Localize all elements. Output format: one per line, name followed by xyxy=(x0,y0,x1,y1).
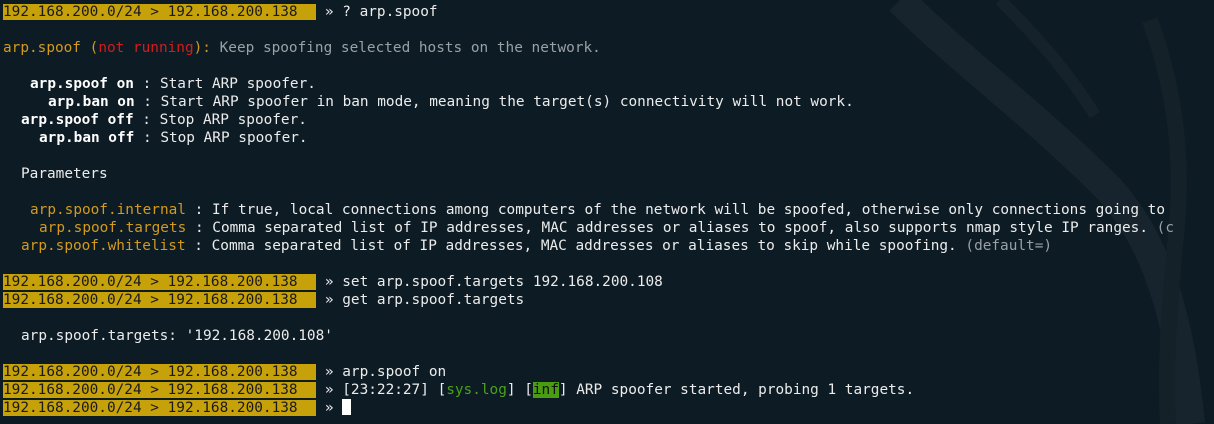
prompt-separator: » xyxy=(316,292,343,308)
log-tag: sys.log xyxy=(446,382,507,398)
help-command-name: arp.spoof off xyxy=(21,112,134,128)
terminal-line: 192.168.200.0/24 > 192.168.200.138 » ? a… xyxy=(3,3,438,21)
help-command-name: arp.ban on xyxy=(48,94,135,110)
prompt-separator: » xyxy=(316,274,343,290)
help-command-row: arp.ban on : Start ARP spoofer in ban mo… xyxy=(48,94,854,110)
help-command-name: arp.ban off xyxy=(39,130,135,146)
parameters-heading: Parameters xyxy=(21,165,108,183)
paren-close: ): xyxy=(193,40,220,56)
help-command-desc: Start ARP spoofer in ban mode, meaning t… xyxy=(160,94,854,110)
help-command-row: arp.ban off : Stop ARP spoofer. xyxy=(39,130,308,146)
terminal-line: 192.168.200.0/24 > 192.168.200.138 » [23… xyxy=(3,382,915,398)
prompt-separator: » xyxy=(316,382,343,398)
parameter-desc: Comma separated list of IP addresses, MA… xyxy=(212,220,1148,236)
terminal-window[interactable]: 192.168.200.0/24 > 192.168.200.138 » ? a… xyxy=(0,0,1214,424)
log-level-badge: inf xyxy=(532,382,559,398)
prompt-badge: 192.168.200.0/24 > 192.168.200.138 xyxy=(3,364,317,380)
prompt-badge: 192.168.200.0/24 > 192.168.200.138 xyxy=(3,292,317,308)
terminal-line: 192.168.200.0/24 > 192.168.200.138 » get… xyxy=(3,291,524,309)
help-command-desc: Start ARP spoofer. xyxy=(159,76,316,92)
command-text: get arp.spoof.targets xyxy=(342,292,525,308)
prompt-separator: » xyxy=(316,364,343,380)
command-text: set arp.spoof.targets 192.168.200.108 xyxy=(342,274,663,290)
terminal-line: 192.168.200.0/24 > 192.168.200.138 » set… xyxy=(3,273,663,291)
bracket-open: [ xyxy=(437,382,447,398)
command-text: arp.spoof on xyxy=(342,364,447,380)
log-timestamp: [23:22:27] xyxy=(342,382,429,398)
parameter-default: (c xyxy=(1156,220,1174,236)
parameter-name: arp.spoof.targets xyxy=(39,220,187,236)
help-command-desc: Stop ARP spoofer. xyxy=(159,112,307,128)
module-state: not running xyxy=(98,40,194,56)
module-name: arp.spoof xyxy=(3,40,81,56)
help-command-row: arp.spoof off : Stop ARP spoofer. xyxy=(21,112,307,128)
prompt-badge: 192.168.200.0/24 > 192.168.200.138 xyxy=(3,4,317,20)
parameter-desc: If true, local connections among compute… xyxy=(211,202,1165,218)
parameter-name: arp.spoof.whitelist xyxy=(21,238,186,254)
text-cursor[interactable] xyxy=(342,399,352,415)
parameter-row: arp.spoof.targets : Comma separated list… xyxy=(39,220,1174,236)
bracket-close: ] xyxy=(506,382,516,398)
log-message: ARP spoofer started, probing 1 targets. xyxy=(576,382,915,398)
module-description: Keep spoofing selected hosts on the netw… xyxy=(219,40,601,56)
parameter-desc: Comma separated list of IP addresses, MA… xyxy=(211,238,957,254)
command-output: arp.spoof.targets: '192.168.200.108' xyxy=(21,327,333,345)
prompt-separator: » xyxy=(316,400,343,416)
prompt-badge: 192.168.200.0/24 > 192.168.200.138 xyxy=(3,382,317,398)
parameter-name: arp.spoof.internal xyxy=(30,202,186,218)
prompt-badge: 192.168.200.0/24 > 192.168.200.138 xyxy=(3,274,317,290)
help-command-row: arp.spoof on : Start ARP spoofer. xyxy=(30,76,316,92)
help-command-name: arp.spoof on xyxy=(30,76,134,92)
active-prompt-line[interactable]: 192.168.200.0/24 > 192.168.200.138 » xyxy=(3,399,352,417)
parameter-default: (default=) xyxy=(965,238,1053,254)
command-text: ? arp.spoof xyxy=(342,4,438,20)
prompt-separator: » xyxy=(316,4,343,20)
command-output-text: arp.spoof.targets: '192.168.200.108' xyxy=(21,328,333,344)
module-description-line: arp.spoof (not running): Keep spoofing s… xyxy=(3,39,601,57)
paren-open: ( xyxy=(80,40,99,56)
parameters-heading-text: Parameters xyxy=(21,166,108,182)
parameter-row: arp.spoof.internal : If true, local conn… xyxy=(30,202,1165,218)
prompt-badge: 192.168.200.0/24 > 192.168.200.138 xyxy=(3,400,317,416)
terminal-line: 192.168.200.0/24 > 192.168.200.138 » arp… xyxy=(3,363,446,381)
parameter-row: arp.spoof.whitelist : Comma separated li… xyxy=(21,238,1053,254)
help-command-desc: Stop ARP spoofer. xyxy=(160,130,308,146)
